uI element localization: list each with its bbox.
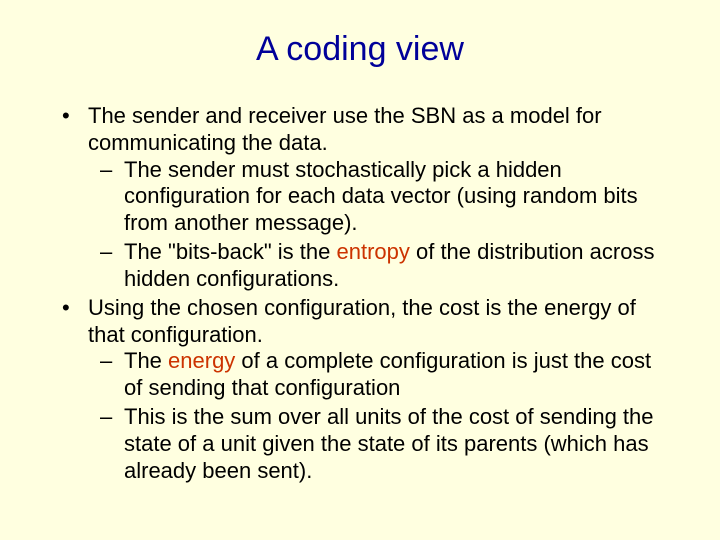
sub-text-part: The "bits-back" is the [124,239,336,264]
sub-list: The sender must stochastically pick a hi… [88,157,670,293]
sub-text: This is the sum over all units of the co… [124,404,654,483]
sub-text-part: The [124,348,168,373]
sub-item: The sender must stochastically pick a hi… [88,157,670,237]
bullet-text: The sender and receiver use the SBN as a… [88,103,602,155]
sub-item: This is the sum over all units of the co… [88,404,670,484]
slide: A coding view The sender and receiver us… [0,0,720,485]
accent-word: entropy [336,239,409,264]
slide-title: A coding view [50,30,670,69]
bullet-item: The sender and receiver use the SBN as a… [50,103,670,293]
sub-item: The energy of a complete configuration i… [88,348,670,402]
accent-word: energy [168,348,235,373]
sub-text: The sender must stochastically pick a hi… [124,157,638,236]
bullet-list: The sender and receiver use the SBN as a… [50,103,670,485]
sub-item: The "bits-back" is the entropy of the di… [88,239,670,293]
bullet-text: Using the chosen configuration, the cost… [88,295,636,347]
bullet-item: Using the chosen configuration, the cost… [50,295,670,485]
sub-list: The energy of a complete configuration i… [88,348,670,484]
